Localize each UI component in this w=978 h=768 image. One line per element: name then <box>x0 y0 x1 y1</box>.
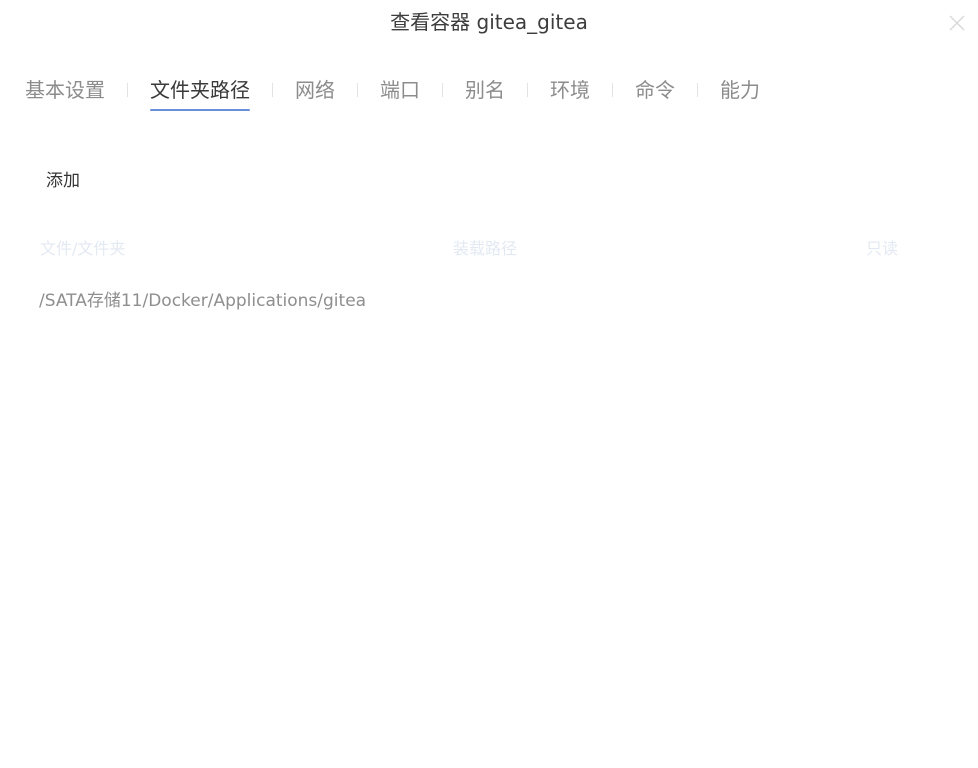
tab-divider <box>697 83 698 97</box>
view-container-dialog: 查看容器 gitea_gitea 基本设置 文件夹路径 网络 端口 别名 环境 … <box>0 0 978 768</box>
add-button[interactable]: 添加 <box>46 168 80 194</box>
tab-basic-settings[interactable]: 基本设置 <box>25 72 105 108</box>
tab-divider <box>127 83 128 97</box>
table-row[interactable]: /SATA存储11/Docker/Applications/gitea <box>0 288 978 314</box>
table-header: 文件/文件夹 装载路径 只读 <box>0 237 978 261</box>
tab-port[interactable]: 端口 <box>380 72 420 108</box>
cell-file-path: /SATA存储11/Docker/Applications/gitea <box>39 291 367 311</box>
tab-network[interactable]: 网络 <box>295 72 335 108</box>
tab-divider <box>612 83 613 97</box>
tab-environment[interactable]: 环境 <box>550 72 590 108</box>
tab-folder-path[interactable]: 文件夹路径 <box>150 72 250 111</box>
column-header-readonly: 只读 <box>866 239 899 258</box>
tab-bar: 基本设置 文件夹路径 网络 端口 别名 环境 命令 能力 <box>25 72 760 112</box>
tab-capability[interactable]: 能力 <box>720 72 760 108</box>
tab-divider <box>357 83 358 97</box>
column-header-mount-path: 装载路径 <box>453 239 518 258</box>
column-header-file: 文件/文件夹 <box>40 239 126 258</box>
tab-command[interactable]: 命令 <box>635 72 675 108</box>
tab-divider <box>442 83 443 97</box>
tab-alias[interactable]: 别名 <box>465 72 505 108</box>
close-button[interactable] <box>946 12 968 34</box>
tab-divider <box>527 83 528 97</box>
close-icon <box>949 15 965 31</box>
tab-divider <box>272 83 273 97</box>
dialog-title: 查看容器 gitea_gitea <box>390 10 588 34</box>
